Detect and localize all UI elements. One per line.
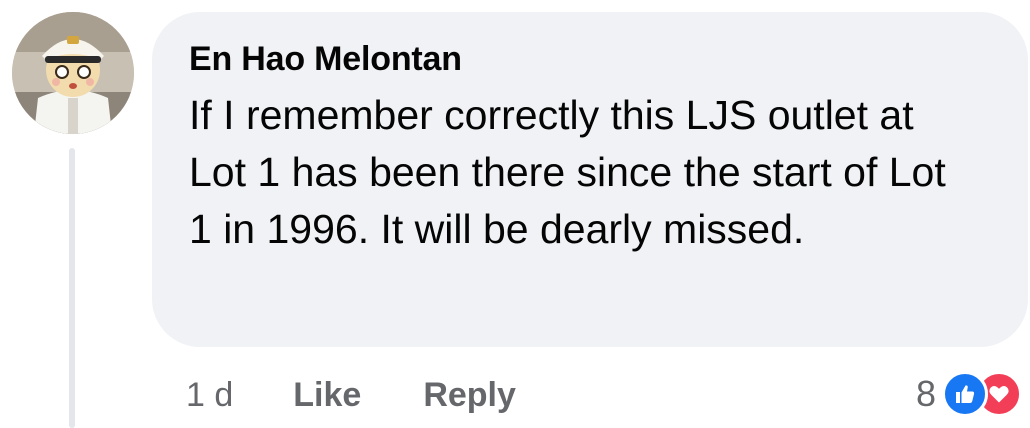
comment-text: If I remember correctly this LJS outlet … <box>189 92 946 252</box>
thumbs-up-icon <box>942 371 988 417</box>
reply-thread-line <box>69 148 75 428</box>
avatar-image <box>12 12 134 134</box>
comment-timestamp[interactable]: 1 d <box>186 376 233 415</box>
reaction-count: 8 <box>915 373 936 414</box>
comment-author-name[interactable]: En Hao Melontan <box>189 39 992 79</box>
comment-actions: 1 d Like Reply <box>186 370 578 420</box>
author-avatar[interactable] <box>12 12 134 134</box>
reply-button[interactable]: Reply <box>423 376 516 415</box>
comment-bubble: En Hao Melontan If I remember correctly … <box>152 12 1028 347</box>
like-button[interactable]: Like <box>293 376 361 415</box>
reaction-summary[interactable]: 8 <box>916 368 1022 420</box>
